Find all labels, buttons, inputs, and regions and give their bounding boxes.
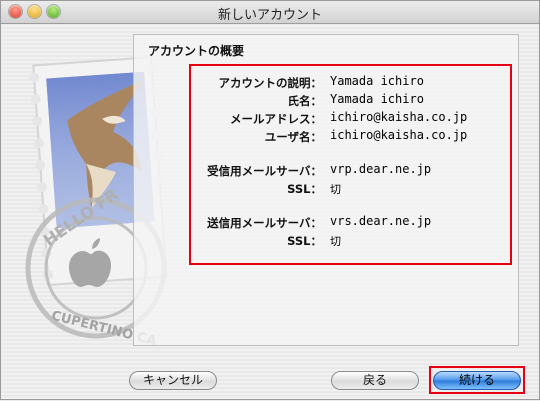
- row-full-name: 氏名： Yamada ichiro: [191, 92, 510, 109]
- outgoing-ssl-label: SSL：: [287, 234, 322, 248]
- row-incoming-server: 受信用メールサーバ： vrp.dear.ne.jp: [191, 162, 510, 179]
- email-address-value: ichiro@kaisha.co.jp: [330, 110, 468, 124]
- continue-button[interactable]: 続ける: [433, 371, 521, 390]
- incoming-ssl-label: SSL：: [287, 182, 322, 196]
- window-title: 新しいアカウント: [217, 8, 322, 23]
- cancel-button[interactable]: キャンセル: [129, 371, 217, 390]
- outgoing-ssl-value: 切: [330, 235, 341, 248]
- outgoing-server-value: vrs.dear.ne.jp: [330, 214, 432, 228]
- row-outgoing-server: 送信用メールサーバ： vrs.dear.ne.jp: [191, 214, 510, 231]
- user-name-value: ichiro@kaisha.co.jp: [330, 128, 468, 142]
- full-name-label: 氏名：: [287, 94, 323, 108]
- outgoing-server-label: 送信用メールサーバ：: [207, 216, 322, 230]
- account-summary-panel: アカウントの概要 アカウントの説明： Yamada ichiro 氏名： Yam…: [133, 34, 519, 346]
- full-name-value: Yamada ichiro: [330, 92, 424, 106]
- title-bar: 新しいアカウント: [1, 1, 539, 24]
- incoming-server-label: 受信用メールサーバ：: [207, 164, 322, 178]
- panel-title: アカウントの概要: [148, 44, 245, 58]
- row-incoming-ssl: SSL： 切: [191, 180, 510, 197]
- back-button[interactable]: 戻る: [331, 371, 419, 390]
- new-account-window: 新しいアカウント HELLO FR CUPERTINO CA アカウントの概要 …: [0, 0, 540, 400]
- row-email-address: メールアドレス： ichiro@kaisha.co.jp: [191, 110, 510, 127]
- account-description-value: Yamada ichiro: [330, 74, 424, 88]
- user-name-label: ユーザ名：: [264, 130, 322, 144]
- row-outgoing-ssl: SSL： 切: [191, 232, 510, 249]
- email-address-label: メールアドレス：: [230, 112, 322, 126]
- account-description-label: アカウントの説明：: [218, 76, 323, 90]
- row-user-name: ユーザ名： ichiro@kaisha.co.jp: [191, 128, 510, 145]
- row-account-description: アカウントの説明： Yamada ichiro: [191, 74, 510, 91]
- account-info-highlight-box: アカウントの説明： Yamada ichiro 氏名： Yamada ichir…: [189, 64, 512, 265]
- incoming-server-value: vrp.dear.ne.jp: [330, 162, 432, 176]
- incoming-ssl-value: 切: [330, 183, 341, 196]
